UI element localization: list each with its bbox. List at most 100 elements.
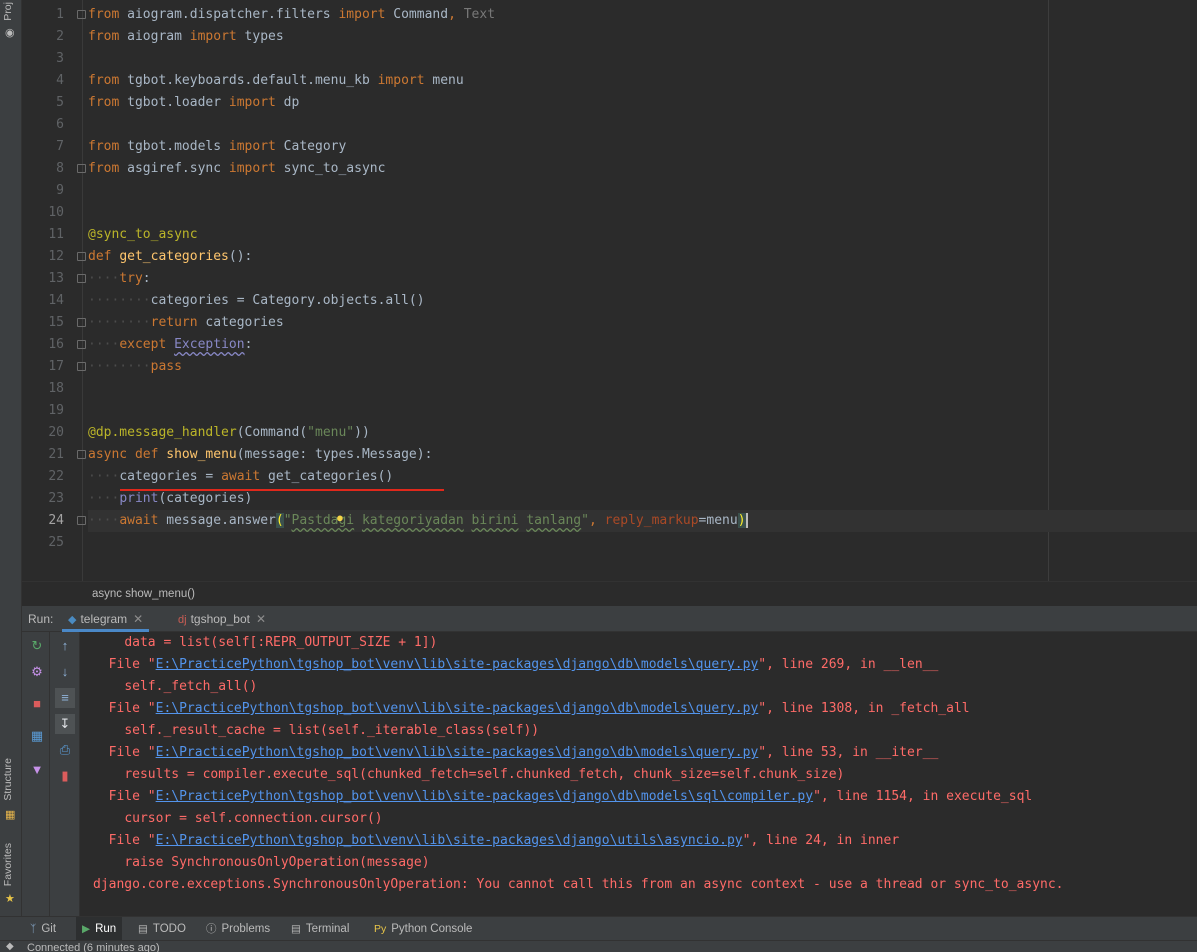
- code-line[interactable]: ········pass: [77, 356, 1197, 378]
- code-editor[interactable]: 1 2 3 4 5 6 7 8 9 10 11 12 13 14 15 16 1…: [22, 0, 1197, 581]
- file-link[interactable]: E:\PracticePython\tgshop_bot\venv\lib\si…: [156, 701, 759, 716]
- code-line[interactable]: from asgiref.sync import sync_to_async: [77, 158, 1197, 180]
- structure-icon[interactable]: ▦: [5, 808, 15, 821]
- todo-icon: ▤: [138, 923, 148, 935]
- scroll-to-end-icon[interactable]: ↧: [55, 714, 75, 734]
- project-icon[interactable]: ◉: [5, 26, 15, 39]
- run-console[interactable]: data = list(self[:REPR_OUTPUT_SIZE + 1])…: [80, 632, 1197, 916]
- line-number: 17: [48, 359, 64, 374]
- code-line[interactable]: [88, 48, 1197, 70]
- project-tool-tab[interactable]: Proj: [2, 2, 14, 21]
- tab-run[interactable]: ▶ Run: [76, 917, 123, 941]
- trash-icon[interactable]: ▮: [55, 766, 75, 786]
- stop-icon[interactable]: ■: [27, 694, 47, 714]
- gutter-divider: [82, 0, 83, 581]
- code-line[interactable]: from tgbot.models import Category: [88, 136, 1197, 158]
- fold-marker-icon[interactable]: [77, 274, 86, 283]
- code-line[interactable]: async def show_menu(message: types.Messa…: [77, 444, 1197, 466]
- run-triangle-icon: ▶: [82, 923, 91, 935]
- tab-tgshop-bot[interactable]: dj tgshop_bot ✕: [172, 606, 272, 632]
- line-number: 4: [56, 73, 64, 88]
- fold-marker-icon[interactable]: [77, 362, 86, 371]
- settings-gear-icon[interactable]: ⚙: [27, 662, 47, 682]
- fold-marker-icon[interactable]: [77, 318, 86, 327]
- console-line: cursor = self.connection.cursor(): [124, 811, 383, 826]
- file-link[interactable]: E:\PracticePython\tgshop_bot\venv\lib\si…: [156, 745, 759, 760]
- arrow-down-icon[interactable]: ↓: [55, 662, 75, 682]
- code-line[interactable]: ····try:: [77, 268, 1197, 290]
- tab-python-console[interactable]: Py Python Console: [374, 917, 472, 941]
- file-link[interactable]: E:\PracticePython\tgshop_bot\venv\lib\si…: [156, 789, 813, 804]
- lightbulb-icon[interactable]: ●: [336, 510, 344, 525]
- left-tool-strip: Proj ◉ Structure ▦ Favorites ★: [0, 0, 22, 916]
- code-line[interactable]: [88, 400, 1197, 422]
- line-number-gutter: 1 2 3 4 5 6 7 8 9 10 11 12 13 14 15 16 1…: [22, 4, 82, 554]
- tab-telegram[interactable]: ◆ telegram ✕: [62, 606, 150, 632]
- code-line[interactable]: ········categories = Category.objects.al…: [88, 290, 1197, 312]
- close-icon[interactable]: ✕: [256, 612, 266, 626]
- print-icon[interactable]: ⎙: [55, 740, 75, 760]
- soft-wrap-icon[interactable]: ≡: [55, 688, 75, 708]
- tab-terminal[interactable]: ▤ Terminal: [291, 917, 349, 941]
- code-line[interactable]: ········return categories: [77, 312, 1197, 334]
- text-caret: [745, 513, 748, 528]
- pin-icon[interactable]: ▼: [27, 760, 47, 780]
- console-line: File "E:\PracticePython\tgshop_bot\venv\…: [108, 701, 970, 716]
- line-number: 25: [48, 535, 64, 550]
- line-number: 14: [48, 293, 64, 308]
- code-line[interactable]: ····print(categories): [88, 488, 1197, 510]
- breadcrumb[interactable]: async show_menu(): [22, 581, 1197, 605]
- line-number: 12: [48, 249, 64, 264]
- terminal-icon: ▤: [291, 923, 301, 935]
- fold-marker-icon[interactable]: [77, 164, 86, 173]
- code-line[interactable]: @dp.message_handler(Command("menu")): [88, 422, 1197, 444]
- line-number: 11: [48, 227, 64, 242]
- fold-marker-icon[interactable]: [77, 10, 86, 19]
- bottom-tool-tabs: ᛉ Git ▶ Run ▤ TODO ⓘ Problems ▤ Terminal Py Py…: [0, 916, 1197, 941]
- close-icon[interactable]: ✕: [133, 612, 143, 626]
- line-number: 7: [56, 139, 64, 154]
- code-line[interactable]: @sync_to_async: [88, 224, 1197, 246]
- line-number: 23: [48, 491, 64, 506]
- code-line[interactable]: [88, 202, 1197, 224]
- code-line[interactable]: from aiogram import types: [88, 26, 1197, 48]
- run-label: Run:: [28, 612, 54, 626]
- layout-icon[interactable]: ▦: [27, 726, 47, 746]
- line-number: 10: [48, 205, 64, 220]
- code-line[interactable]: [88, 114, 1197, 136]
- run-panel-header: Run: ◆ telegram ✕ dj tgshop_bot ✕: [22, 605, 1197, 632]
- code-line[interactable]: from aiogram.dispatcher.filters import C…: [77, 4, 1197, 26]
- connection-icon[interactable]: ◆: [6, 941, 14, 952]
- structure-tool-tab[interactable]: Structure: [2, 758, 14, 801]
- star-icon[interactable]: ★: [5, 892, 15, 905]
- code-line[interactable]: [88, 532, 1197, 554]
- code-line[interactable]: from tgbot.loader import dp: [88, 92, 1197, 114]
- tab-git[interactable]: ᛉ Git: [30, 917, 56, 941]
- fold-marker-icon[interactable]: [77, 516, 86, 525]
- code-line[interactable]: def get_categories():: [77, 246, 1197, 268]
- code-line[interactable]: ····categories = await get_categories(): [88, 466, 1197, 488]
- code-area[interactable]: from aiogram.dispatcher.filters import C…: [77, 4, 1197, 554]
- fold-marker-icon[interactable]: [77, 252, 86, 261]
- file-link[interactable]: E:\PracticePython\tgshop_bot\venv\lib\si…: [156, 657, 759, 672]
- file-link[interactable]: E:\PracticePython\tgshop_bot\venv\lib\si…: [156, 833, 743, 848]
- rerun-icon[interactable]: ↻: [27, 636, 47, 656]
- code-line[interactable]: from tgbot.keyboards.default.menu_kb imp…: [88, 70, 1197, 92]
- python-icon: ◆: [68, 614, 77, 626]
- fold-marker-icon[interactable]: [77, 450, 86, 459]
- code-line[interactable]: [88, 378, 1197, 400]
- console-line: data = list(self[:REPR_OUTPUT_SIZE + 1]): [124, 635, 438, 650]
- code-line[interactable]: [88, 180, 1197, 202]
- favorites-tool-tab[interactable]: Favorites: [2, 843, 14, 886]
- python-console-icon: Py: [374, 923, 387, 935]
- tab-problems[interactable]: ⓘ Problems: [206, 917, 270, 941]
- console-line: raise SynchronousOnlyOperation(message): [124, 855, 430, 870]
- line-number: 16: [48, 337, 64, 352]
- code-line-current[interactable]: ····await message.answer("Pastdagi kateg…: [77, 510, 1197, 532]
- line-number-current: 24: [48, 513, 64, 528]
- tab-todo[interactable]: ▤ TODO: [138, 917, 186, 941]
- fold-marker-icon[interactable]: [77, 340, 86, 349]
- arrow-up-icon[interactable]: ↑: [55, 636, 75, 656]
- console-line: File "E:\PracticePython\tgshop_bot\venv\…: [108, 833, 900, 848]
- code-line[interactable]: ····except Exception:: [77, 334, 1197, 356]
